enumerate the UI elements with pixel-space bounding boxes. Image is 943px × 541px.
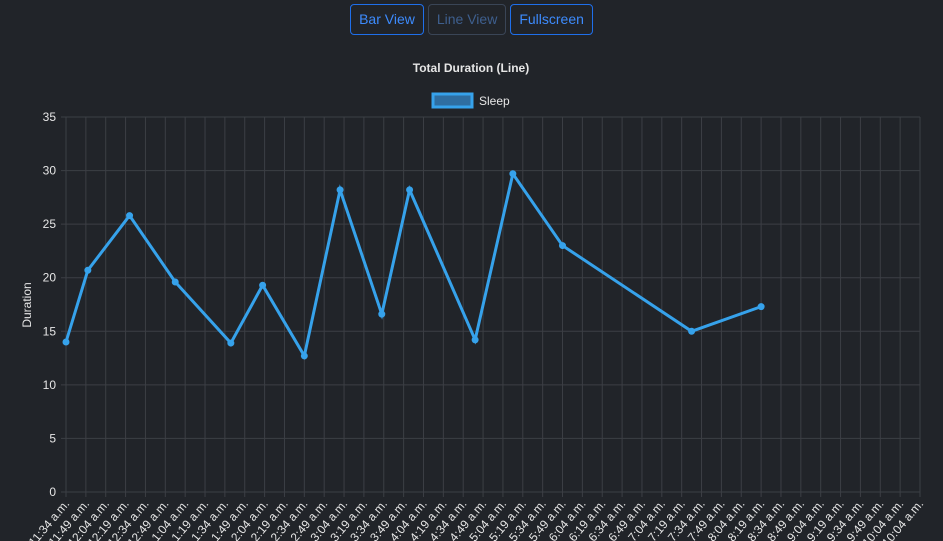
series-sleep [62, 170, 765, 360]
y-tick-label: 5 [49, 431, 56, 445]
y-axis-ticks: 0 5 10 15 20 25 30 35 [43, 110, 57, 499]
data-point[interactable] [259, 281, 267, 289]
chart-title: Total Duration (Line) [413, 61, 529, 75]
line-chart: Total Duration (Line) Sleep Duration 0 5 1… [20, 61, 927, 541]
legend-swatch [431, 92, 474, 109]
y-tick-label: 35 [43, 110, 57, 124]
data-point[interactable] [559, 242, 567, 250]
data-point[interactable] [688, 327, 696, 335]
y-tick-label: 10 [43, 378, 57, 392]
data-point[interactable] [471, 336, 479, 344]
data-point[interactable] [227, 339, 235, 347]
data-point[interactable] [509, 170, 517, 178]
grid [61, 116, 921, 497]
y-tick-label: 25 [43, 217, 57, 231]
legend-label: Sleep [479, 94, 510, 108]
y-tick-label: 15 [43, 324, 57, 338]
data-point[interactable] [336, 186, 344, 194]
data-point[interactable] [171, 278, 179, 286]
y-tick-label: 20 [43, 271, 57, 285]
data-point[interactable] [406, 186, 414, 194]
data-point[interactable] [84, 266, 92, 274]
data-point[interactable] [757, 303, 765, 311]
legend[interactable]: Sleep [431, 92, 510, 109]
data-point[interactable] [378, 310, 386, 318]
data-point[interactable] [300, 352, 308, 360]
data-point[interactable] [126, 212, 134, 220]
y-tick-label: 0 [49, 485, 56, 499]
y-tick-label: 30 [43, 164, 57, 178]
y-axis-label: Duration [20, 282, 34, 327]
series-line [64, 170, 762, 360]
data-point[interactable] [62, 338, 70, 346]
x-axis-ticks: 11:34 a.m.11:49 a.m.12:04 a.m.12:19 a.m.… [26, 497, 927, 541]
